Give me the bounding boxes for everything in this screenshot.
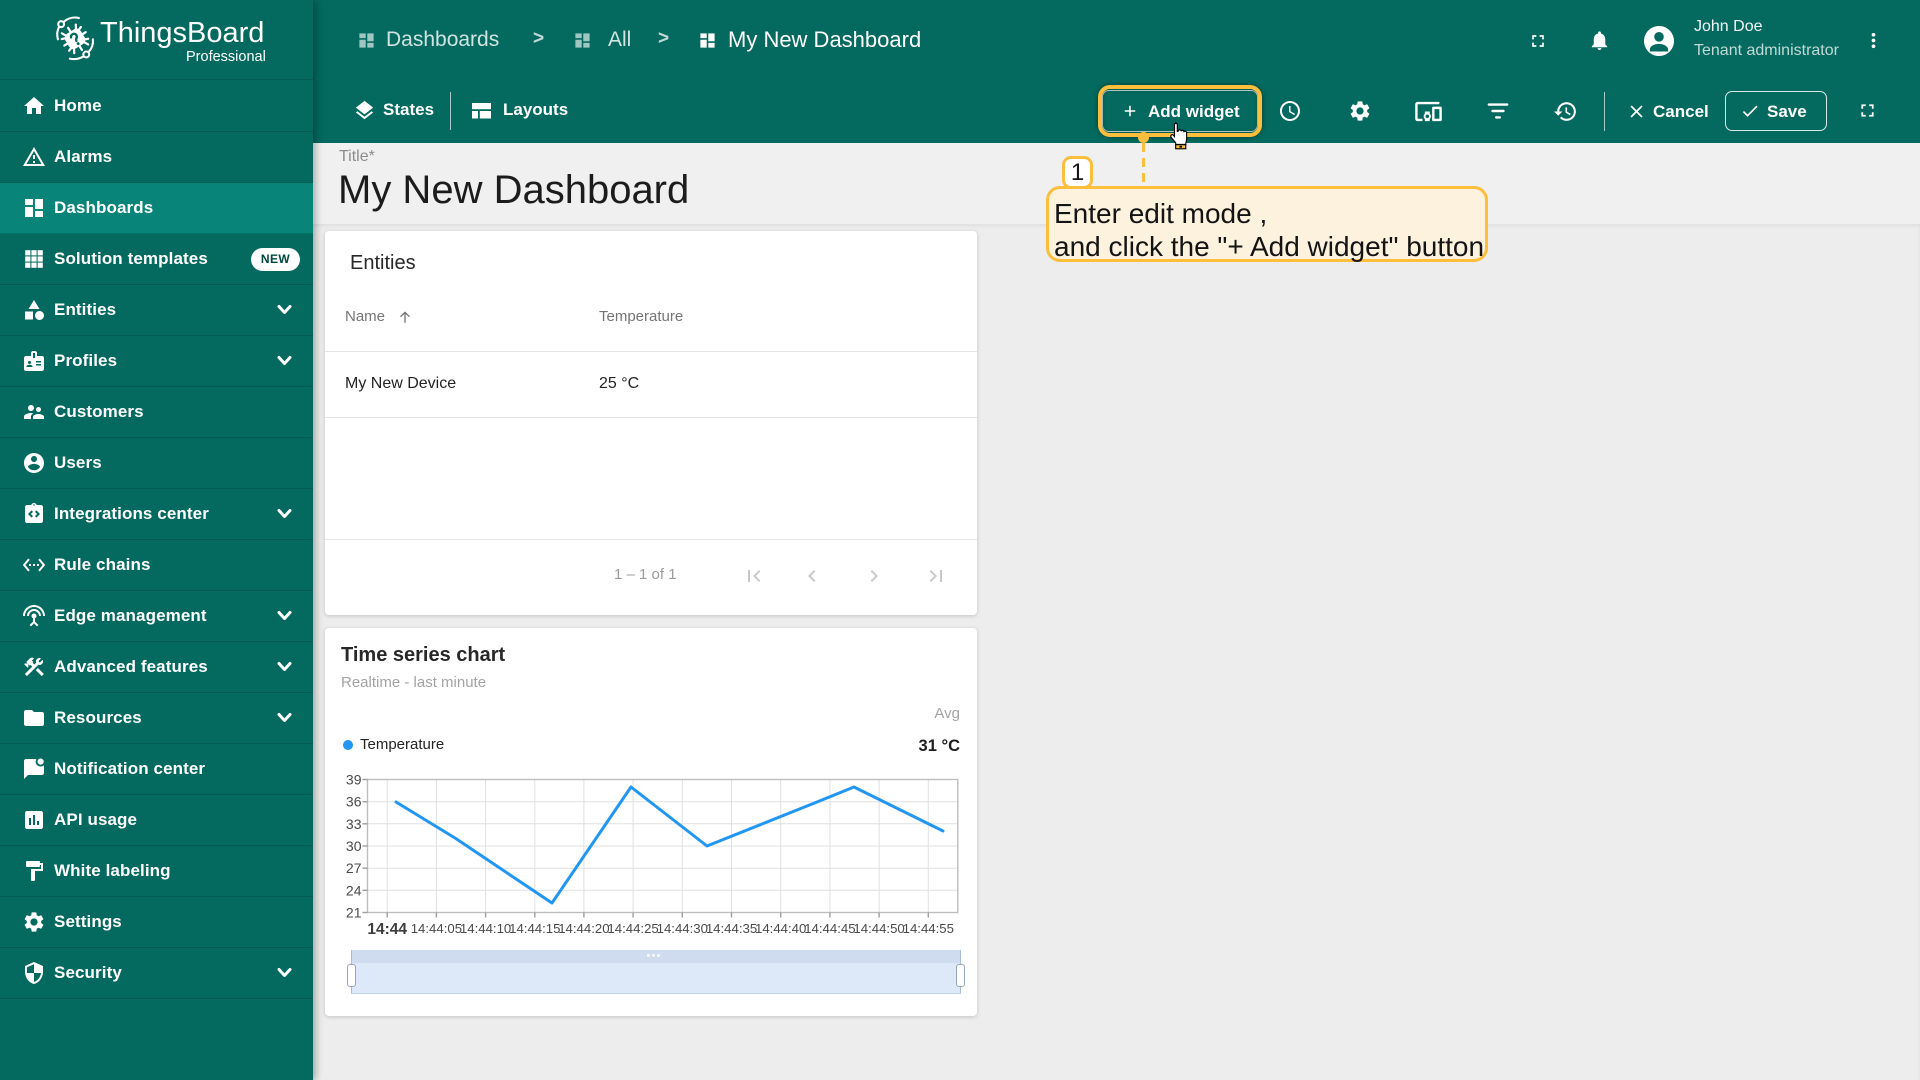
svg-text:14:44: 14:44 <box>367 921 407 938</box>
svg-text:36: 36 <box>346 794 362 810</box>
svg-text:14:44:55: 14:44:55 <box>903 921 954 936</box>
svg-text:14:44:40: 14:44:40 <box>755 921 806 936</box>
svg-text:30: 30 <box>346 838 362 854</box>
svg-text:21: 21 <box>346 905 362 921</box>
svg-text:39: 39 <box>346 772 362 788</box>
svg-text:27: 27 <box>346 860 362 876</box>
svg-text:14:44:25: 14:44:25 <box>607 921 658 936</box>
svg-text:33: 33 <box>346 816 362 832</box>
svg-text:14:44:30: 14:44:30 <box>657 921 708 936</box>
svg-text:14:44:05: 14:44:05 <box>411 921 462 936</box>
svg-text:14:44:20: 14:44:20 <box>558 921 609 936</box>
svg-text:14:44:10: 14:44:10 <box>460 921 511 936</box>
svg-text:14:44:50: 14:44:50 <box>853 921 904 936</box>
svg-text:24: 24 <box>346 882 362 898</box>
svg-text:14:44:35: 14:44:35 <box>706 921 757 936</box>
svg-text:14:44:45: 14:44:45 <box>804 921 855 936</box>
svg-text:14:44:15: 14:44:15 <box>509 921 560 936</box>
